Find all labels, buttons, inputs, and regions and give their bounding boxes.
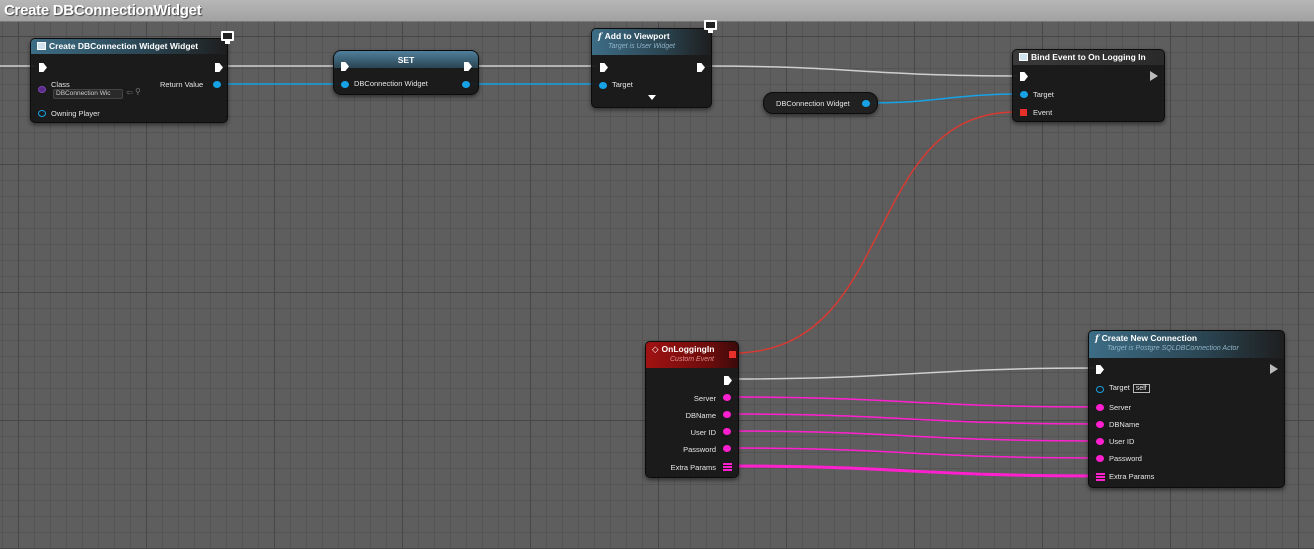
conn-exec-out-pin[interactable] xyxy=(1270,364,1278,374)
node-set-title: SET xyxy=(397,55,415,65)
conn-target-label: Target self xyxy=(1109,383,1150,393)
node-dbconnection-widget-var[interactable]: DBConnection Widget xyxy=(763,92,878,114)
function-icon: f xyxy=(1095,334,1099,344)
node-create-new-connection[interactable]: f Create New Connection Target is Postgre… xyxy=(1088,330,1285,488)
class-pin[interactable] xyxy=(38,86,46,93)
node-add-to-viewport-title: Add to Viewport xyxy=(604,31,670,41)
bind-target-pin[interactable] xyxy=(1020,91,1028,98)
event-diamond-icon: ◇ xyxy=(652,344,659,354)
event-pin-dbname[interactable] xyxy=(723,411,731,418)
conn-pin-extra-label: Extra Params xyxy=(1109,472,1155,481)
conn-pin-dbname-label: DBName xyxy=(1109,420,1140,429)
exec-out-pin[interactable] xyxy=(215,63,223,72)
browse-search-icon[interactable]: ⚲ xyxy=(135,87,141,96)
class-label: Class xyxy=(51,80,70,89)
node-create-connection-header[interactable]: f Create New Connection Target is Postgre… xyxy=(1089,331,1284,358)
conn-pin-server[interactable] xyxy=(1096,404,1104,411)
add-target-label: Target xyxy=(612,80,633,89)
event-pin-dbname-label: DBName xyxy=(685,411,716,420)
bind-exec-in-pin[interactable] xyxy=(1020,72,1028,81)
exec-in-pin[interactable] xyxy=(39,63,47,72)
node-create-connection-title: Create New Connection xyxy=(1101,333,1198,343)
node-add-to-viewport-subtitle: Target is User Widget xyxy=(608,43,675,50)
node-create-widget-header[interactable]: Create DBConnection Widget Widget xyxy=(31,39,227,54)
conn-pin-extra[interactable] xyxy=(1096,473,1105,482)
node-add-to-viewport-header[interactable]: f Add to Viewport Target is User Widget xyxy=(592,29,711,55)
conn-pin-password[interactable] xyxy=(1096,455,1104,462)
conn-target-text: Target xyxy=(1109,383,1130,392)
set-in-pin[interactable] xyxy=(341,81,349,88)
use-selected-arrow-icon[interactable]: ⇦ xyxy=(126,88,133,97)
return-value-label: Return Value xyxy=(160,80,204,89)
add-exec-out-pin[interactable] xyxy=(697,63,705,72)
node-create-connection-subtitle: Target is Postgre SQLDBConnection Actor xyxy=(1107,345,1239,352)
conn-exec-in-pin[interactable] xyxy=(1096,365,1104,374)
event-pin-userid-label: User ID xyxy=(690,428,716,437)
event-pin-server[interactable] xyxy=(723,394,731,401)
var-label: DBConnection Widget xyxy=(776,99,850,108)
node-on-logging-in-title: OnLoggingIn xyxy=(661,344,715,354)
class-select[interactable]: DBConnection Wic xyxy=(53,89,123,99)
conn-pin-dbname[interactable] xyxy=(1096,421,1104,428)
graph-title-bar: Create DBConnectionWidget xyxy=(0,0,1314,22)
graph-title: Create DBConnectionWidget xyxy=(4,2,202,19)
node-bind-event[interactable]: Bind Event to On Logging In Target Event xyxy=(1012,49,1165,122)
owning-player-pin[interactable] xyxy=(38,110,46,117)
add-exec-in-pin[interactable] xyxy=(600,63,608,72)
event-pin-userid[interactable] xyxy=(723,428,731,435)
bind-exec-out-pin[interactable] xyxy=(1150,71,1158,81)
event-pin-password-label: Password xyxy=(683,445,716,454)
node-on-logging-in[interactable]: ◇ OnLoggingIn Custom Event Server DBName … xyxy=(645,341,739,478)
owning-player-label: Owning Player xyxy=(51,109,100,118)
node-on-logging-in-subtitle: Custom Event xyxy=(670,356,714,363)
event-exec-out-pin[interactable] xyxy=(724,376,732,385)
node-on-logging-in-header[interactable]: ◇ OnLoggingIn Custom Event xyxy=(646,342,738,368)
set-pin-label: DBConnection Widget xyxy=(354,79,428,88)
return-value-pin[interactable] xyxy=(213,81,221,88)
expand-chevron-icon[interactable] xyxy=(648,95,656,100)
conn-target-pin[interactable] xyxy=(1096,386,1104,393)
conn-pin-userid[interactable] xyxy=(1096,438,1104,445)
set-out-pin[interactable] xyxy=(462,81,470,88)
function-icon: f xyxy=(598,32,602,42)
delegate-out-pin[interactable] xyxy=(729,351,736,358)
node-set[interactable]: SET DBConnection Widget xyxy=(333,50,479,95)
var-out-pin[interactable] xyxy=(862,100,870,107)
event-pin-extra[interactable] xyxy=(723,463,732,472)
node-bind-event-title: Bind Event to On Logging In xyxy=(1031,52,1146,62)
node-add-to-viewport[interactable]: f Add to Viewport Target is User Widget T… xyxy=(591,28,712,108)
node-icon xyxy=(1019,53,1028,61)
node-icon xyxy=(37,42,46,50)
node-create-widget-title: Create DBConnection Widget Widget xyxy=(49,41,199,51)
event-pin-password[interactable] xyxy=(723,445,731,452)
node-bind-event-header[interactable]: Bind Event to On Logging In xyxy=(1013,50,1164,65)
monitor-icon xyxy=(702,20,717,33)
conn-pin-password-label: Password xyxy=(1109,454,1142,463)
conn-target-self-field[interactable]: self xyxy=(1132,384,1150,393)
event-pin-server-label: Server xyxy=(693,394,716,403)
bind-event-pin[interactable] xyxy=(1020,109,1027,116)
event-pin-extra-label: Extra Params xyxy=(670,463,716,472)
node-create-widget[interactable]: Create DBConnection Widget Widget Class … xyxy=(30,38,228,123)
node-set-header[interactable]: SET xyxy=(334,51,478,68)
conn-pin-server-label: Server xyxy=(1109,403,1132,412)
bind-target-label: Target xyxy=(1033,90,1054,99)
monitor-icon xyxy=(219,31,234,44)
conn-pin-userid-label: User ID xyxy=(1109,437,1135,446)
add-target-pin[interactable] xyxy=(599,82,607,89)
bind-event-label: Event xyxy=(1033,108,1053,117)
